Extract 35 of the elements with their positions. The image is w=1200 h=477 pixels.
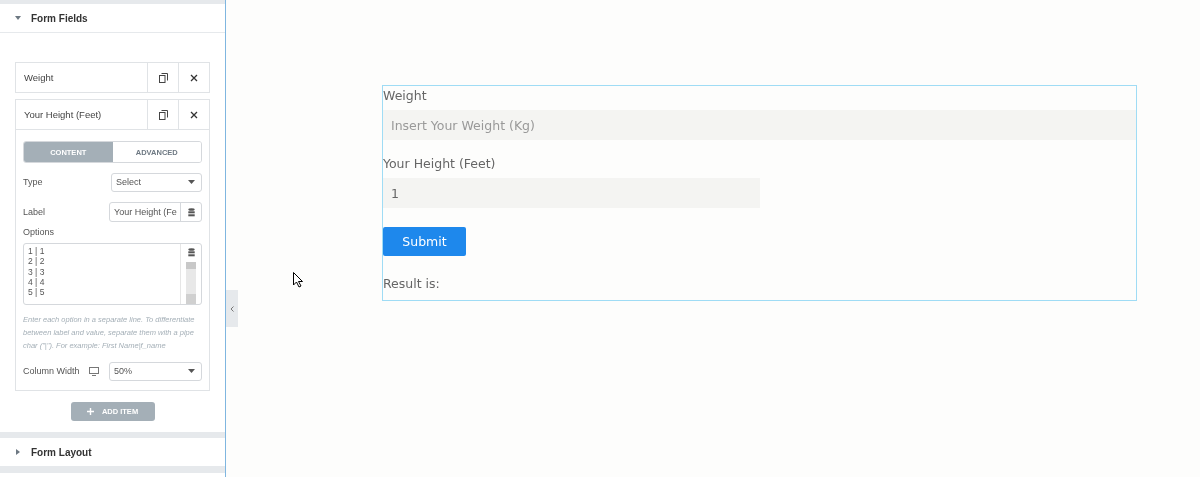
input-field[interactable]: 1	[383, 178, 760, 208]
desktop-icon[interactable]	[89, 366, 99, 376]
option-line: 5 | 5	[28, 287, 46, 298]
section-header[interactable]: Form Fields	[0, 4, 225, 33]
duplicate-icon[interactable]	[158, 72, 168, 83]
field-label: Weight	[383, 88, 428, 105]
control-label: Options	[23, 227, 56, 237]
cursor-icon	[293, 272, 303, 288]
width-select[interactable]: 50%	[109, 361, 202, 381]
field-label: Your Height (Feet)	[383, 156, 497, 173]
caret-down-icon	[188, 369, 195, 373]
control-label: Column Width	[23, 366, 81, 376]
option-line: 1 | 1	[28, 246, 46, 257]
option-line: 2 | 2	[28, 256, 46, 267]
result-text: Result is:	[383, 276, 441, 291]
caret-right-icon	[15, 449, 21, 455]
repeater-item-title[interactable]: Your Height (Feet)	[16, 100, 147, 129]
control-label: Label	[23, 207, 47, 217]
caret-down-icon	[188, 180, 195, 184]
submit-button[interactable]: Submit	[383, 227, 466, 256]
close-icon[interactable]	[190, 73, 198, 82]
database-icon[interactable]	[187, 248, 195, 257]
duplicate-icon[interactable]	[158, 109, 168, 120]
scrollbar[interactable]	[186, 262, 196, 304]
input-field[interactable]: Insert Your Weight (Kg)	[383, 110, 1136, 140]
repeater-item-title[interactable]: Weight	[16, 63, 147, 92]
option-line: 4 | 4	[28, 276, 46, 288]
collapse-handle[interactable]	[226, 290, 238, 327]
type-select[interactable]: Select	[111, 172, 202, 192]
plus-icon	[86, 408, 94, 415]
options-textarea[interactable]: 1 | 1 2 | 2 3 | 3 4 | 4 5 | 5	[23, 243, 202, 305]
control-label: Type	[23, 177, 44, 187]
close-icon[interactable]	[190, 110, 198, 119]
option-line: 3 | 3	[28, 266, 46, 277]
caret-down-icon	[15, 15, 21, 21]
